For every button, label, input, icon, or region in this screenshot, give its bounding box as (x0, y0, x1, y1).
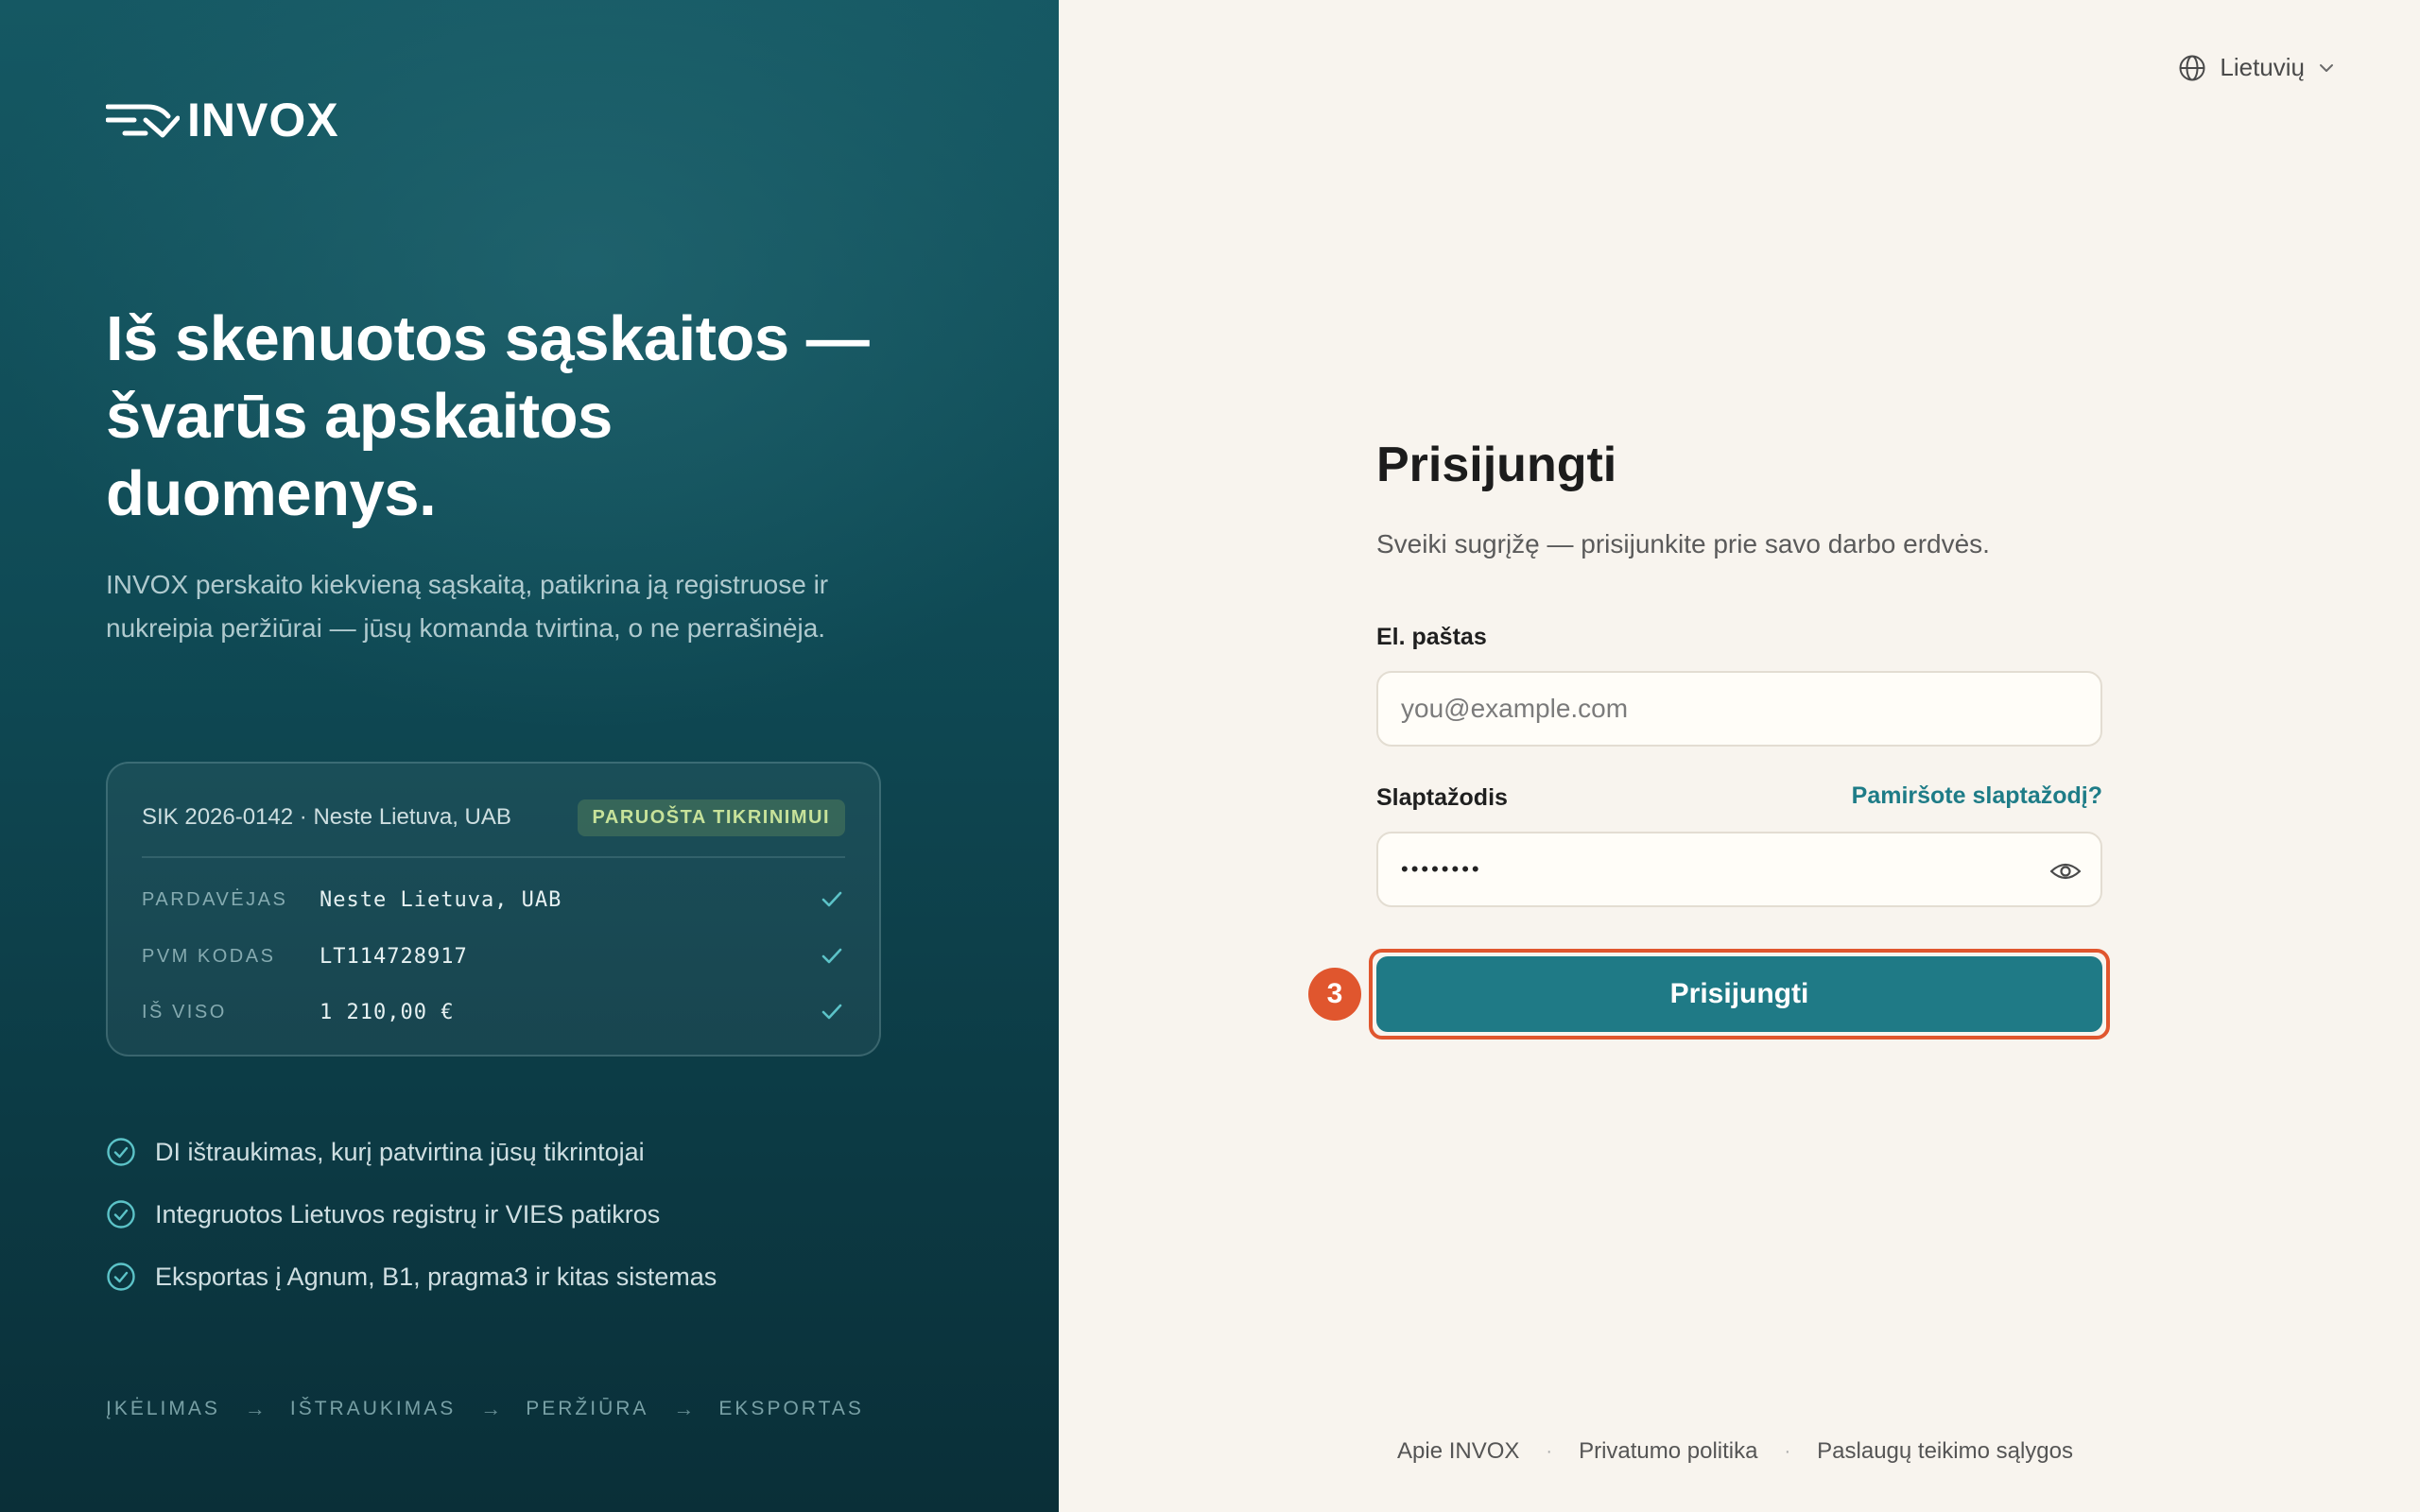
field-value: LT114728917 (320, 944, 468, 969)
arrow-right-icon: → (244, 1397, 266, 1420)
headline-line: švarūs apskaitos (106, 381, 613, 452)
email-field[interactable] (1376, 671, 2102, 747)
footer-separator: · (1546, 1440, 1553, 1462)
invoice-field-row: PARDAVĖJAS Neste Lietuva, UAB (142, 881, 845, 919)
check-circle-icon (107, 1200, 135, 1228)
login-form: Prisijungti Sveiki sugrįžę — prisijunkit… (1308, 437, 2110, 1040)
globe-icon (2179, 55, 2205, 80)
page-title: Prisijungti (1376, 438, 1617, 492)
feature-item: Eksportas į Agnum, B1, pragma3 ir kitas … (106, 1246, 717, 1308)
hero-description: INVOX perskaito kiekvieną sąskaitą, pati… (106, 570, 829, 643)
highlight-frame: Prisijungti (1369, 949, 2110, 1040)
step-marker: 3 (1308, 968, 1361, 1021)
invoice-preview-card: SIK 2026-0142 · Neste Lietuva, UAB PARUO… (106, 762, 881, 1057)
footer-link-privacy[interactable]: Privatumo politika (1579, 1438, 1757, 1465)
password-field[interactable] (1376, 832, 2102, 907)
field-key: PVM KODAS (142, 945, 276, 967)
logo-wordmark: INVOX (187, 94, 339, 146)
check-icon (821, 948, 842, 964)
footer-separator: · (1784, 1440, 1791, 1462)
headline-line: Iš skenuotos sąskaitos — (106, 303, 870, 374)
pipeline-step-upload: ĮKĖLIMAS (106, 1398, 220, 1419)
show-password-icon[interactable] (2049, 860, 2082, 883)
field-value: Neste Lietuva, UAB (320, 887, 562, 912)
pipeline-step-review: PERŽIŪRA (526, 1398, 649, 1419)
invoice-field-row: IŠ VISO 1 210,00 € (142, 993, 845, 1031)
password-label: Slaptažodis (1376, 784, 1508, 811)
footer-link-about[interactable]: Apie INVOX (1397, 1438, 1519, 1465)
footer-link-terms[interactable]: Paslaugų teikimo sąlygos (1817, 1438, 2073, 1465)
feature-text: DI ištraukimas, kurį patvirtina jūsų tik… (155, 1137, 645, 1166)
pipeline-step-extract: IŠTRAUKIMAS (289, 1398, 457, 1419)
status-badge: PARUOŠTA TIKRINIMUI (577, 799, 845, 836)
invoice-card-title: SIK 2026-0142 · Neste Lietuva, UAB (142, 804, 511, 830)
check-circle-icon (107, 1263, 135, 1291)
email-label: El. paštas (1376, 624, 1487, 650)
invoice-card-header: SIK 2026-0142 · Neste Lietuva, UAB PARUO… (142, 796, 845, 839)
check-icon (821, 1004, 842, 1020)
feature-text: Eksportas į Agnum, B1, pragma3 ir kitas … (155, 1262, 717, 1291)
page-subtitle: Sveiki sugrįžę — prisijunkite prie savo … (1376, 529, 1990, 558)
footer-links: Apie INVOX · Privatumo politika · Paslau… (1397, 1438, 2073, 1465)
feature-list: DI ištraukimas, kurį patvirtina jūsų tik… (106, 1121, 717, 1308)
invox-logo: INVOX (106, 93, 339, 147)
pipeline-step-export: EKSPORTAS (718, 1398, 864, 1419)
brand-panel: INVOX Iš skenuotos sąskaitos — švarūs ap… (0, 0, 1059, 1512)
hero-headline: Iš skenuotos sąskaitos — švarūs apskaito… (106, 301, 919, 533)
workflow-pipeline: ĮKĖLIMAS → IŠTRAUKIMAS → PERŽIŪRA → EKSP… (106, 1397, 864, 1421)
check-icon (821, 891, 842, 907)
check-circle-icon (107, 1138, 135, 1166)
logo-waves-icon (106, 104, 180, 138)
feature-item: Integruotos Lietuvos registrų ir VIES pa… (106, 1183, 717, 1246)
chevron-down-icon (2320, 63, 2333, 72)
headline-line: duomenys. (106, 458, 437, 529)
card-divider (142, 856, 845, 858)
field-value: 1 210,00 € (320, 1000, 455, 1024)
arrow-right-icon: → (480, 1397, 502, 1420)
language-selector[interactable]: Lietuvių (2178, 53, 2335, 82)
language-label: Lietuvių (2220, 53, 2305, 81)
forgot-password-link[interactable]: Pamiršote slaptažodį? (1852, 782, 2102, 810)
arrow-right-icon: → (673, 1397, 695, 1420)
field-key: IŠ VISO (142, 1001, 227, 1022)
field-key: PARDAVĖJAS (142, 888, 288, 910)
sign-in-panel: Lietuvių Prisijungti Sveiki sugrįžę — pr… (1059, 0, 2420, 1512)
feature-item: DI ištraukimas, kurį patvirtina jūsų tik… (106, 1121, 717, 1183)
invoice-field-row: PVM KODAS LT114728917 (142, 937, 845, 975)
sign-in-button[interactable]: Prisijungti (1376, 956, 2102, 1032)
feature-text: Integruotos Lietuvos registrų ir VIES pa… (155, 1199, 661, 1228)
